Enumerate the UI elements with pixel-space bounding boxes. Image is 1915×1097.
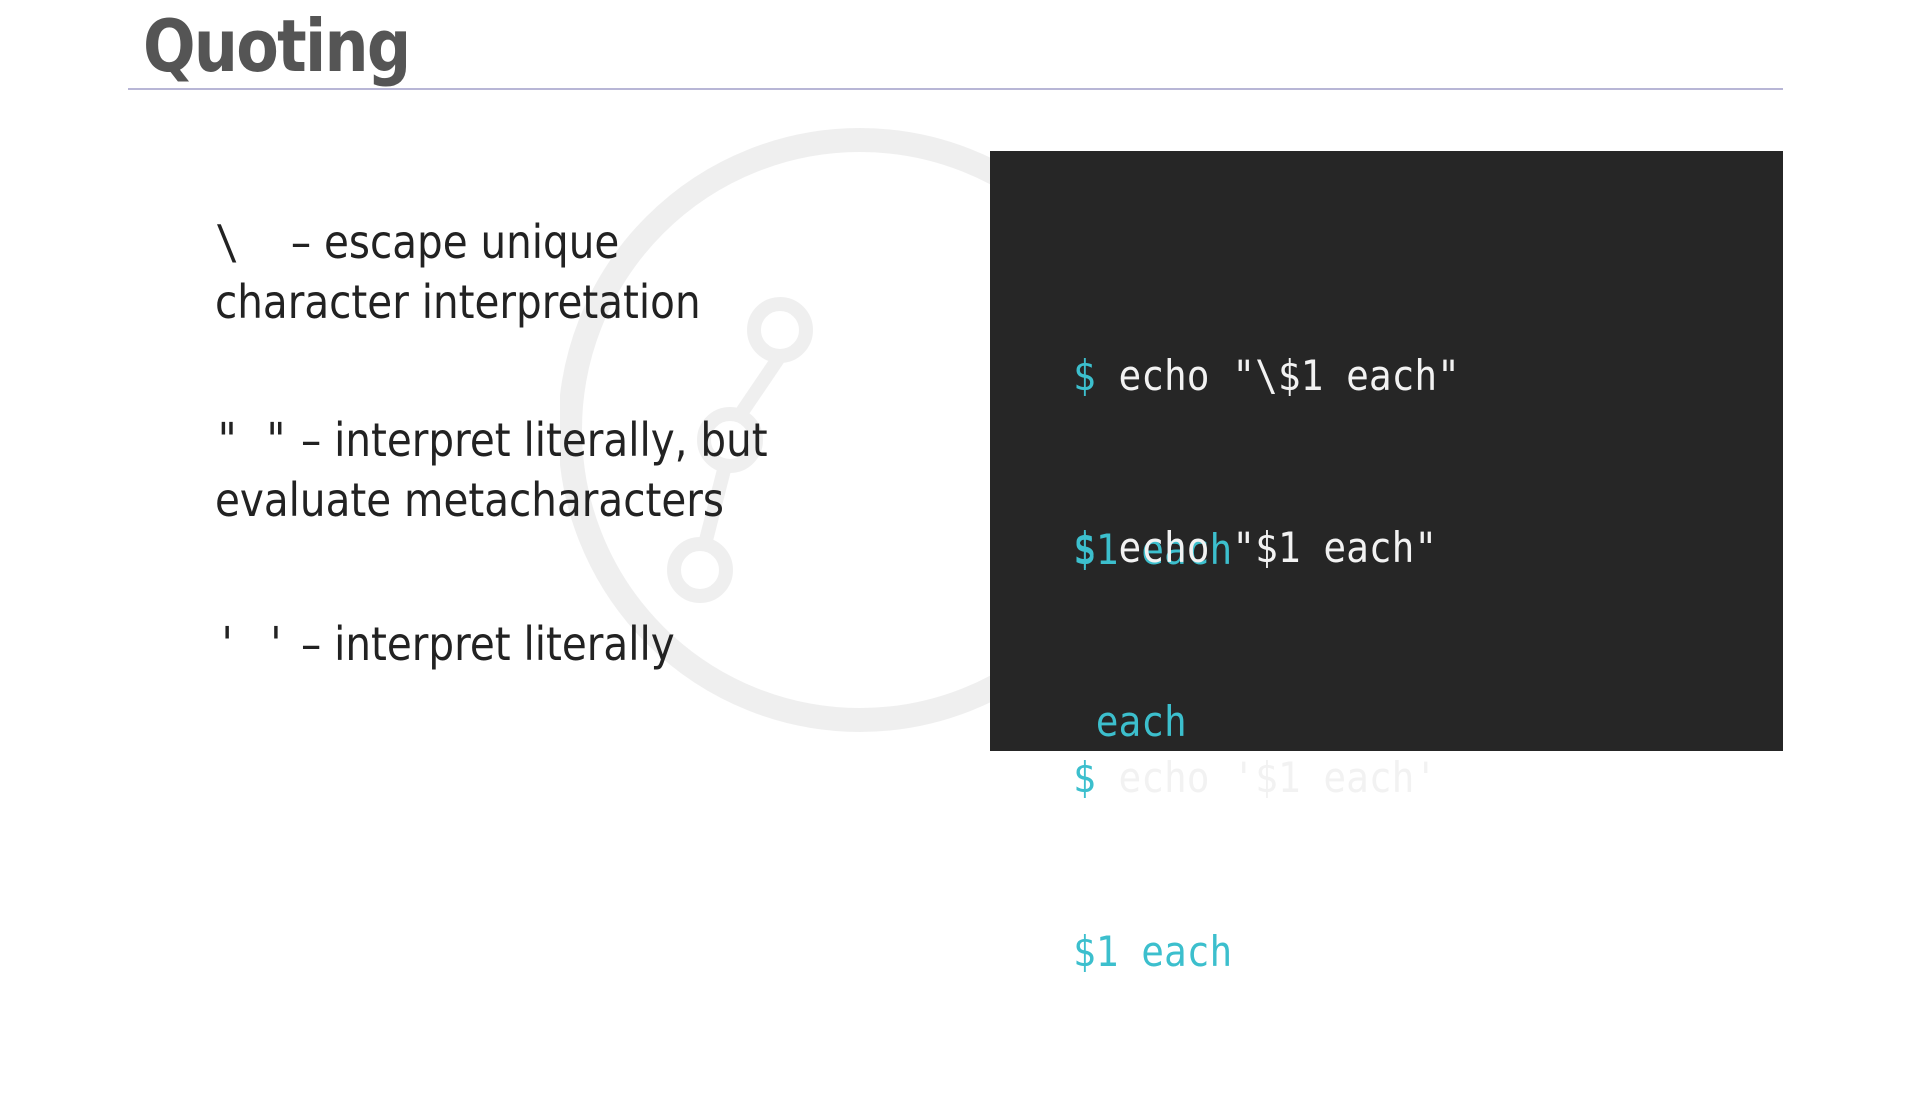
terminal-panel: $ echo "\$1 each" $1 each $ echo "$1 eac…	[990, 151, 1783, 976]
title-divider	[128, 88, 1783, 90]
terminal-block-3: $ echo '$1 each' $1 each	[1073, 753, 1438, 976]
slide-title: Quoting	[143, 4, 411, 88]
quote-item-double: " " – interpret literally, but evaluate …	[215, 413, 768, 527]
quote-item-single: ' ' – interpret literally	[215, 617, 675, 671]
quote-item-backslash: \ – escape unique character interpretati…	[215, 215, 701, 329]
